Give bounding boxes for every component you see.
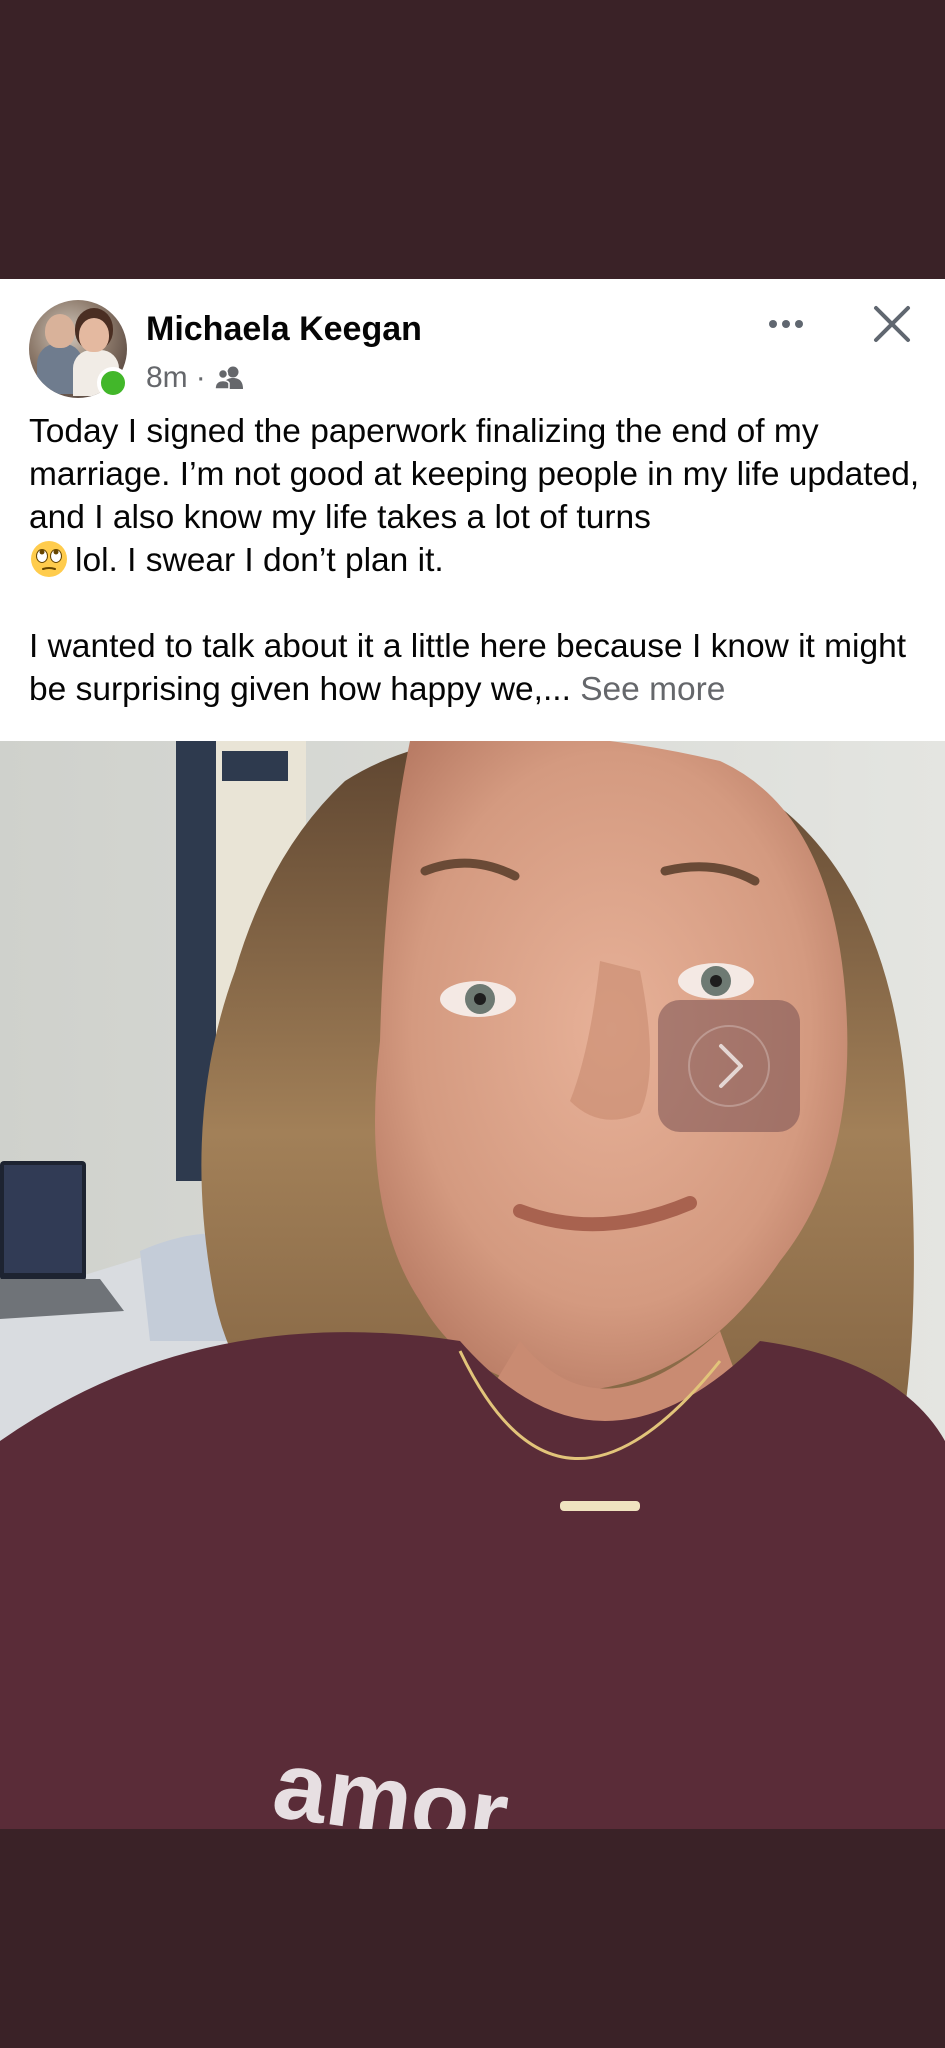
online-status-dot — [97, 367, 129, 399]
more-options-button[interactable] — [762, 306, 810, 342]
more-horizontal-icon — [769, 320, 777, 328]
author-name[interactable]: Michaela Keegan — [146, 310, 422, 349]
close-icon[interactable] — [868, 300, 916, 348]
see-more-link[interactable]: See more — [580, 671, 725, 708]
post-photo[interactable]: amor — [0, 741, 945, 1829]
post-meta: 8m · — [146, 361, 244, 395]
post-timestamp[interactable]: 8m — [146, 361, 188, 395]
selfie-photo: amor — [0, 741, 945, 1829]
next-photo-button[interactable] — [658, 1000, 800, 1132]
post-text: Today I signed the paperwork finalizing … — [29, 410, 929, 711]
friends-icon — [213, 366, 243, 390]
rolling-eyes-emoji-icon — [31, 541, 67, 577]
post-paragraph-2: I wanted to talk about it a little here … — [29, 628, 907, 708]
screen: Michaela Keegan 8m · Today I signed the … — [0, 0, 945, 2048]
post-paragraph-1: Today I signed the paperwork finalizing … — [29, 413, 920, 579]
chevron-right-icon — [688, 1025, 770, 1107]
meta-separator: · — [195, 361, 206, 394]
